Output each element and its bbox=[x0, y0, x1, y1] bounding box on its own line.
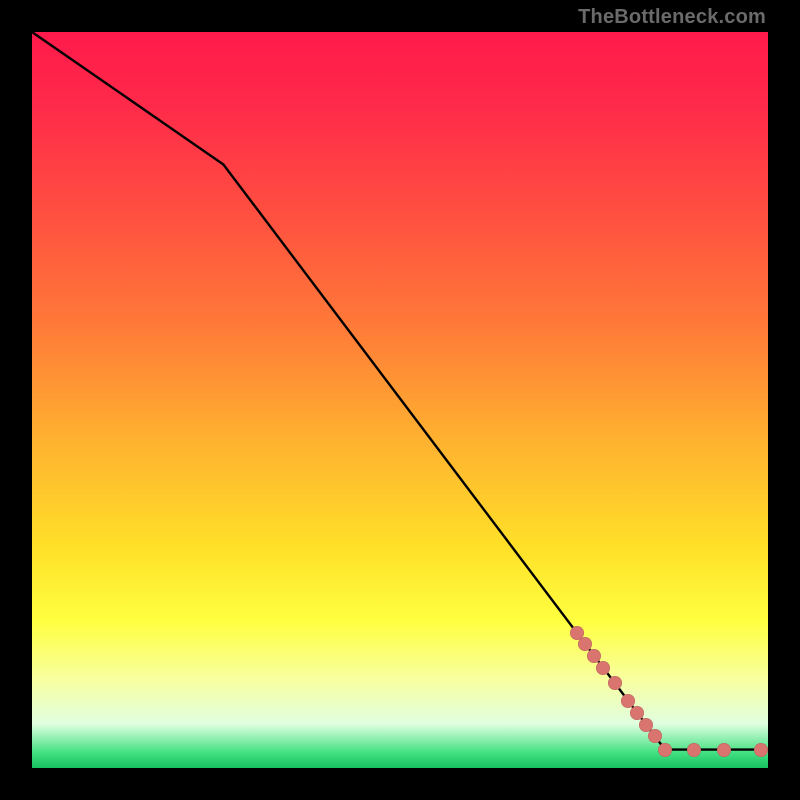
data-point bbox=[648, 729, 662, 743]
data-point bbox=[658, 743, 672, 757]
watermark-text: TheBottleneck.com bbox=[578, 6, 766, 29]
data-point bbox=[630, 706, 644, 720]
data-point bbox=[608, 676, 622, 690]
scatter-points-layer bbox=[32, 32, 768, 768]
data-point bbox=[596, 661, 610, 675]
chart-stage: TheBottleneck.com bbox=[0, 0, 800, 800]
data-point bbox=[717, 743, 731, 757]
plot-area bbox=[32, 32, 768, 768]
data-point bbox=[754, 743, 768, 757]
data-point bbox=[687, 743, 701, 757]
